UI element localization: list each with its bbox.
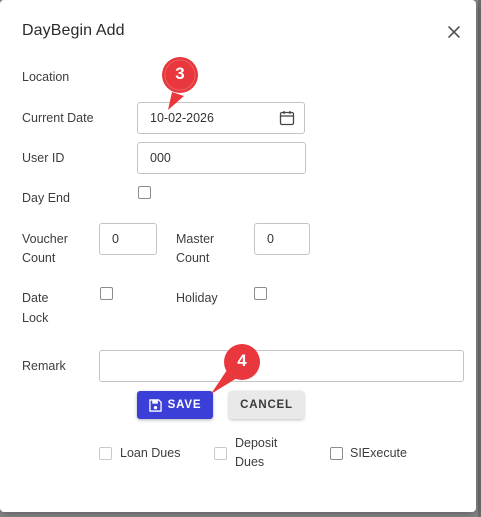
save-button-label: SAVE [167, 399, 202, 411]
voucher-count-label-line2: Count [22, 251, 56, 265]
master-count-label-line2: Count [176, 251, 210, 265]
day-end-checkbox[interactable] [138, 186, 151, 199]
close-icon[interactable] [444, 22, 464, 42]
holiday-checkbox[interactable] [254, 287, 267, 300]
master-count-field[interactable] [254, 223, 310, 255]
voucher-count-input[interactable] [100, 224, 156, 254]
remark-field[interactable] [99, 350, 464, 382]
date-lock-label-line2: Lock [22, 311, 49, 325]
deposit-dues-checkbox[interactable] [214, 447, 227, 460]
voucher-count-field[interactable] [99, 223, 157, 255]
user-id-input[interactable] [138, 143, 305, 173]
remark-label: Remark [22, 359, 66, 373]
si-execute-label: SIExecute [350, 446, 407, 460]
annotation-marker-3-number: 3 [175, 64, 185, 83]
location-label: Location [22, 70, 70, 84]
loan-dues-label: Loan Dues [120, 446, 181, 460]
loan-dues-checkbox[interactable] [99, 447, 112, 460]
floppy-disk-icon [148, 398, 168, 412]
date-lock-checkbox[interactable] [100, 287, 113, 300]
day-begin-dialog: DayBegin Add Location Current Date User … [0, 0, 476, 512]
user-id-label: User ID [22, 151, 65, 165]
annotation-marker-3: 3 [158, 56, 204, 114]
master-count-label-line1: Master [176, 232, 215, 246]
deposit-dues-label-line2: Dues [235, 455, 265, 469]
si-execute-checkbox[interactable] [330, 447, 343, 460]
annotation-marker-4-number: 4 [237, 351, 247, 370]
master-count-input[interactable] [255, 224, 309, 254]
date-lock-label-line1: Date [22, 291, 49, 305]
current-date-label: Current Date [22, 111, 94, 125]
user-id-field[interactable] [137, 142, 306, 174]
remark-input[interactable] [100, 351, 463, 381]
cancel-button-label: CANCEL [240, 399, 293, 411]
deposit-dues-label-line1: Deposit [235, 436, 278, 450]
annotation-marker-4: 4 [205, 342, 267, 396]
voucher-count-label-line1: Voucher [22, 232, 68, 246]
save-button[interactable]: SAVE [137, 391, 213, 419]
calendar-icon[interactable] [279, 110, 295, 126]
day-end-label: Day End [22, 191, 70, 205]
dialog-title: DayBegin Add [22, 22, 125, 39]
holiday-label: Holiday [176, 291, 218, 305]
